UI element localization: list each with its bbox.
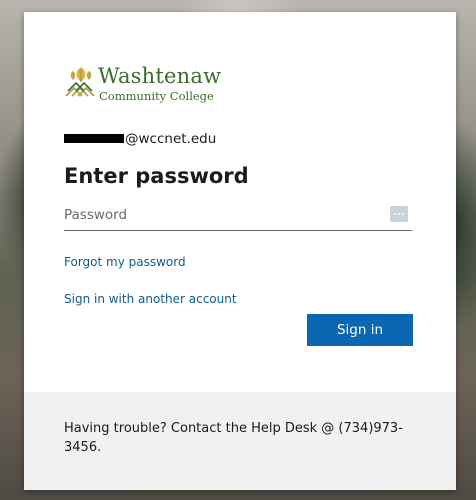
help-footer: Having trouble? Contact the Help Desk @ … [24, 392, 456, 490]
ellipsis-icon[interactable] [390, 206, 408, 222]
logo-org-subtitle: Community College [99, 89, 214, 103]
college-logo: Washtenaw Community College [64, 64, 234, 112]
redacted-username [64, 133, 124, 143]
password-field [64, 200, 412, 231]
card-body: Washtenaw Community College @wccnet.edu … [24, 12, 456, 392]
account-email-domain: @wccnet.edu [125, 131, 217, 147]
sign-in-another-account-link[interactable]: Sign in with another account [64, 292, 237, 306]
page-title: Enter password [64, 164, 249, 188]
help-desk-text: Having trouble? Contact the Help Desk @ … [64, 421, 403, 455]
password-input[interactable] [64, 204, 364, 226]
wcc-leaf-logo-icon [65, 67, 95, 97]
forgot-password-link[interactable]: Forgot my password [64, 255, 186, 269]
sign-in-button[interactable]: Sign in [307, 314, 413, 346]
logo-org-name: Washtenaw [98, 64, 222, 88]
sign-in-card: Washtenaw Community College @wccnet.edu … [24, 12, 456, 490]
account-identifier: @wccnet.edu [64, 131, 216, 147]
